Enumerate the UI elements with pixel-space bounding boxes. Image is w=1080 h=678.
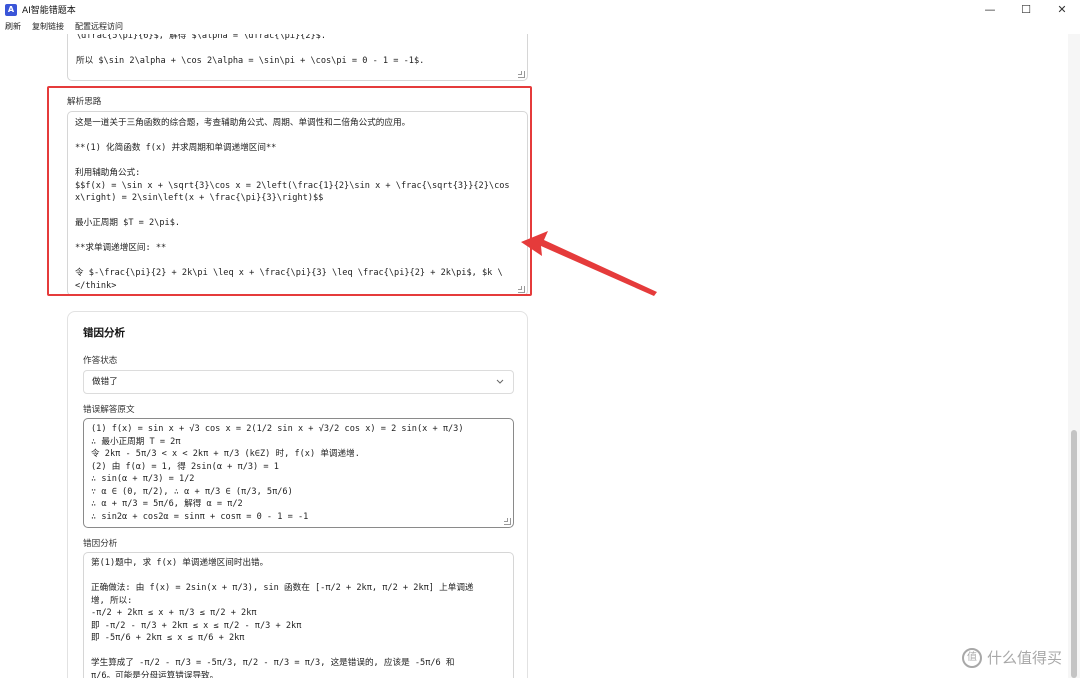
cause-line: 即 -π/2 - π/3 + 2kπ ≤ x ≤ π/2 - π/3 + 2kπ	[91, 620, 302, 631]
wrong-answer-textarea[interactable]: (1) f(x) = sin x + √3 cos x = 2(1/2 sin …	[83, 418, 514, 528]
close-button[interactable]: ✕	[1044, 0, 1080, 19]
wrong-answer-line: (1) f(x) = sin x + √3 cos x = 2(1/2 sin …	[91, 424, 464, 434]
chevron-down-icon	[496, 371, 504, 402]
cause-line: 学生算成了 -π/2 - π/3 = -5π/3, π/2 - π/3 = π/…	[91, 658, 455, 668]
watermark-text: 什么值得买	[986, 649, 1062, 667]
menu-bar: 刷新 复制链接 配置远程访问	[0, 19, 1080, 34]
card-title: 错因分析	[83, 327, 125, 339]
app-logo-icon: A	[5, 3, 17, 16]
status-value: 做错了	[92, 377, 118, 387]
answer-line: \dfrac{5\pi}{6}$, 解得 $\alpha = \dfrac{\p…	[76, 34, 327, 41]
wrong-answer-line: 令 2kπ - 5π/3 < x < 2kπ + π/3 (k∈Z) 时, f(…	[91, 449, 360, 459]
wrong-answer-line: ∴ α + π/3 = 5π/6, 解得 α = π/2	[91, 499, 243, 509]
menu-copy-link[interactable]: 复制链接	[32, 21, 64, 32]
cause-line	[91, 570, 506, 583]
scrollbar-thumb[interactable]	[1071, 430, 1077, 678]
wrong-answer-label: 错误解答原文	[83, 405, 135, 415]
error-cause-label: 错因分析	[83, 539, 118, 549]
error-analysis-card: 错因分析 作答状态 做错了 错误解答原文 (1) f(x) = sin x + …	[67, 311, 528, 678]
error-cause-textarea[interactable]: 第(1)题中, 求 f(x) 单调递增区间时出错。 正确做法: 由 f(x) =…	[83, 552, 514, 678]
minimize-button[interactable]: —	[972, 0, 1008, 19]
answer-textarea[interactable]: \dfrac{5\pi}{6}$, 解得 $\alpha = \dfrac{\p…	[67, 34, 528, 81]
resize-handle[interactable]	[504, 518, 511, 525]
answer-line	[76, 43, 519, 56]
title-bar: A AI智能错题本 — ☐ ✕	[0, 0, 1080, 19]
wrong-answer-line: ∴ sin2α + cos2α = sinπ + cosπ = 0 - 1 = …	[91, 511, 309, 522]
watermark-logo-icon: 值	[961, 647, 982, 668]
highlight-box	[47, 86, 532, 296]
menu-remote-access[interactable]: 配置远程访问	[75, 21, 123, 32]
cause-line: 正确做法: 由 f(x) = 2sin(x + π/3), sin 函数在 [-…	[91, 583, 474, 593]
cause-line: -π/2 + 2kπ ≤ x + π/3 ≤ π/2 + 2kπ	[91, 608, 257, 618]
menu-refresh[interactable]: 刷新	[5, 21, 21, 32]
status-label: 作答状态	[83, 356, 118, 366]
vertical-scrollbar[interactable]	[1068, 34, 1080, 678]
wrong-answer-line: ∴ sin(α + π/3) = 1/2	[91, 474, 195, 484]
wrong-answer-line: ∴ 最小正周期 T = 2π	[91, 436, 181, 447]
status-select[interactable]: 做错了	[83, 370, 514, 394]
cause-line: 第(1)题中, 求 f(x) 单调递增区间时出错。	[91, 558, 269, 568]
cause-line: 增, 所以:	[91, 595, 133, 606]
cause-line: 即 -5π/6 + 2kπ ≤ x ≤ π/6 + 2kπ	[91, 633, 245, 643]
wrong-answer-line: ∵ α ∈ (0, π/2), ∴ α + π/3 ∈ (π/3, 5π/6)	[91, 486, 293, 497]
answer-line: 所以 $\sin 2\alpha + \cos 2\alpha = \sin\p…	[76, 56, 425, 66]
cause-line: π/6。可能是分母运算错误导致。	[91, 670, 219, 678]
cause-line	[91, 645, 506, 658]
watermark: 值 什么值得买	[961, 647, 1062, 668]
window-controls: — ☐ ✕	[972, 0, 1080, 19]
window-title: AI智能错题本	[22, 6, 76, 16]
maximize-button[interactable]: ☐	[1008, 0, 1044, 19]
wrong-answer-line: (2) 由 f(α) = 1, 得 2sin(α + π/3) = 1	[91, 461, 279, 472]
resize-handle[interactable]	[518, 71, 525, 78]
